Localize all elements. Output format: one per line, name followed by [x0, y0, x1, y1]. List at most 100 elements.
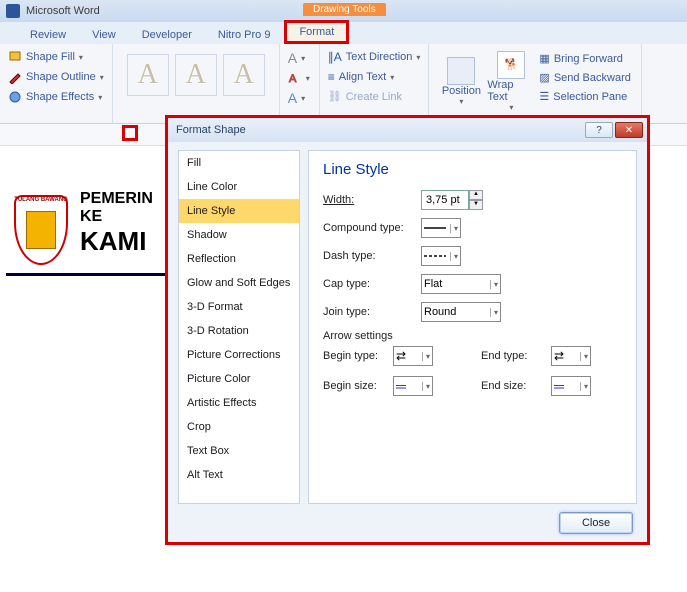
cat-3d-format[interactable]: 3-D Format — [179, 295, 299, 319]
width-input[interactable] — [421, 190, 469, 210]
shape-effects-button[interactable]: Shape Effects▾ — [8, 88, 104, 106]
compound-combo[interactable]: ▾ — [421, 218, 461, 238]
join-value: Round — [424, 306, 456, 318]
dialog-title: Format Shape — [172, 124, 246, 136]
tab-nitro[interactable]: Nitro Pro 9 — [206, 26, 283, 44]
position-button[interactable]: Position▾ — [437, 48, 485, 114]
cap-label: Cap type: — [323, 278, 413, 290]
font-effects[interactable]: A▾ — [288, 88, 311, 108]
wordart-style-1[interactable]: A — [127, 54, 169, 96]
wordart-styles-group: A A A — [113, 44, 280, 123]
end-size-icon — [554, 378, 564, 394]
tab-format[interactable]: Format — [284, 20, 349, 44]
begin-size-icon — [396, 378, 406, 394]
cat-3d-rotation[interactable]: 3-D Rotation — [179, 319, 299, 343]
tab-view[interactable]: View — [80, 26, 128, 44]
cat-crop[interactable]: Crop — [179, 415, 299, 439]
align-icon: ≡ — [328, 70, 335, 84]
begin-type-icon — [396, 349, 406, 363]
arrange-group: Position▾ 🐕 Wrap Text▾ ▦Bring Forward ▨S… — [429, 44, 641, 123]
cat-picture-color[interactable]: Picture Color — [179, 367, 299, 391]
cap-combo[interactable]: Flat▾ — [421, 274, 501, 294]
cat-reflection[interactable]: Reflection — [179, 247, 299, 271]
begin-type-combo[interactable]: ▾ — [393, 346, 433, 366]
drawing-tools-contextual-tab: Drawing Tools — [303, 3, 386, 16]
detail-pane: Line Style Width: ▲▼ Compound type: ▾ Da… — [308, 150, 637, 504]
pane-icon: ☰ — [539, 90, 549, 103]
svg-text:A: A — [289, 73, 297, 84]
dialog-help-button[interactable]: ? — [585, 122, 613, 138]
position-icon — [447, 57, 475, 85]
dialog-launcher[interactable] — [122, 125, 138, 141]
bring-forward-button[interactable]: ▦Bring Forward — [539, 50, 630, 67]
send-backward-button[interactable]: ▨Send Backward — [539, 69, 630, 86]
cat-alt-text[interactable]: Alt Text — [179, 463, 299, 487]
join-label: Join type: — [323, 306, 413, 318]
cat-line-style[interactable]: Line Style — [179, 199, 299, 223]
seal-logo: TULANG BAWANG — [14, 195, 68, 265]
join-combo[interactable]: Round▾ — [421, 302, 501, 322]
text-group: ∥A Text Direction▾ ≡ Align Text▾ ⛓ Creat… — [320, 44, 430, 123]
compound-line-icon — [424, 227, 446, 229]
tab-developer[interactable]: Developer — [130, 26, 204, 44]
font-group: A▾ A▾ A▾ — [280, 44, 320, 123]
tab-review[interactable]: Review — [18, 26, 78, 44]
close-button[interactable]: Close — [559, 512, 633, 534]
pencil-icon — [8, 70, 22, 84]
ribbon-tabs: Review View Developer Nitro Pro 9 Format — [0, 22, 687, 44]
dialog-close-x-button[interactable]: ✕ — [615, 122, 643, 138]
app-title: Microsoft Word — [26, 5, 100, 17]
pane-heading: Line Style — [323, 161, 622, 178]
shape-outline-button[interactable]: Shape Outline▾ — [8, 68, 104, 86]
wrap-icon: 🐕 — [497, 51, 525, 79]
shape-fill-button[interactable]: Shape Fill▾ — [8, 48, 104, 66]
begin-size-label: Begin size: — [323, 380, 385, 392]
begin-type-label: Begin type: — [323, 350, 385, 362]
bucket-icon — [8, 50, 22, 64]
cat-artistic-effects[interactable]: Artistic Effects — [179, 391, 299, 415]
link-icon: ⛓ — [328, 90, 342, 103]
cat-glow[interactable]: Glow and Soft Edges — [179, 271, 299, 295]
create-link-button: ⛓ Create Link — [328, 88, 421, 105]
width-up[interactable]: ▲ — [469, 190, 483, 200]
width-down[interactable]: ▼ — [469, 200, 483, 210]
backward-icon: ▨ — [539, 71, 549, 84]
arrow-settings-label: Arrow settings — [323, 330, 622, 342]
selection-pane-button[interactable]: ☰Selection Pane — [539, 88, 630, 105]
end-size-label: End size: — [481, 380, 543, 392]
cat-picture-corrections[interactable]: Picture Corrections — [179, 343, 299, 367]
doc-underline — [6, 273, 186, 276]
cat-line-color[interactable]: Line Color — [179, 175, 299, 199]
dash-combo[interactable]: ▾ — [421, 246, 461, 266]
wordart-style-3[interactable]: A — [223, 54, 265, 96]
word-icon — [6, 4, 20, 18]
width-spinner[interactable]: ▲▼ — [421, 190, 483, 210]
cat-text-box[interactable]: Text Box — [179, 439, 299, 463]
text-direction-icon: ∥A — [328, 50, 342, 64]
dialog-title-bar[interactable]: Format Shape ? ✕ — [168, 118, 647, 142]
end-size-combo[interactable]: ▾ — [551, 376, 591, 396]
end-type-combo[interactable]: ▾ — [551, 346, 591, 366]
compound-label: Compound type: — [323, 222, 413, 234]
font-fill[interactable]: A▾ — [288, 48, 311, 68]
cat-fill[interactable]: Fill — [179, 151, 299, 175]
cap-value: Flat — [424, 278, 442, 290]
font-outline[interactable]: A▾ — [288, 70, 311, 86]
wordart-style-2[interactable]: A — [175, 54, 217, 96]
forward-icon: ▦ — [539, 52, 549, 65]
outline-a-icon: A — [288, 72, 302, 84]
shape-styles-group: Shape Fill▾ Shape Outline▾ Shape Effects… — [0, 44, 113, 123]
end-type-icon — [554, 349, 564, 363]
text-direction-button[interactable]: ∥A Text Direction▾ — [328, 48, 421, 66]
end-type-label: End type: — [481, 350, 543, 362]
width-label: Width: — [323, 194, 413, 206]
align-text-button[interactable]: ≡ Align Text▾ — [328, 68, 421, 86]
format-shape-dialog: Format Shape ? ✕ Fill Line Color Line St… — [165, 115, 650, 545]
effects-icon — [8, 90, 22, 104]
ribbon: Shape Fill▾ Shape Outline▾ Shape Effects… — [0, 44, 687, 124]
cat-shadow[interactable]: Shadow — [179, 223, 299, 247]
begin-size-combo[interactable]: ▾ — [393, 376, 433, 396]
category-list: Fill Line Color Line Style Shadow Reflec… — [178, 150, 300, 504]
dash-label: Dash type: — [323, 250, 413, 262]
wrap-text-button[interactable]: 🐕 Wrap Text▾ — [487, 48, 535, 114]
